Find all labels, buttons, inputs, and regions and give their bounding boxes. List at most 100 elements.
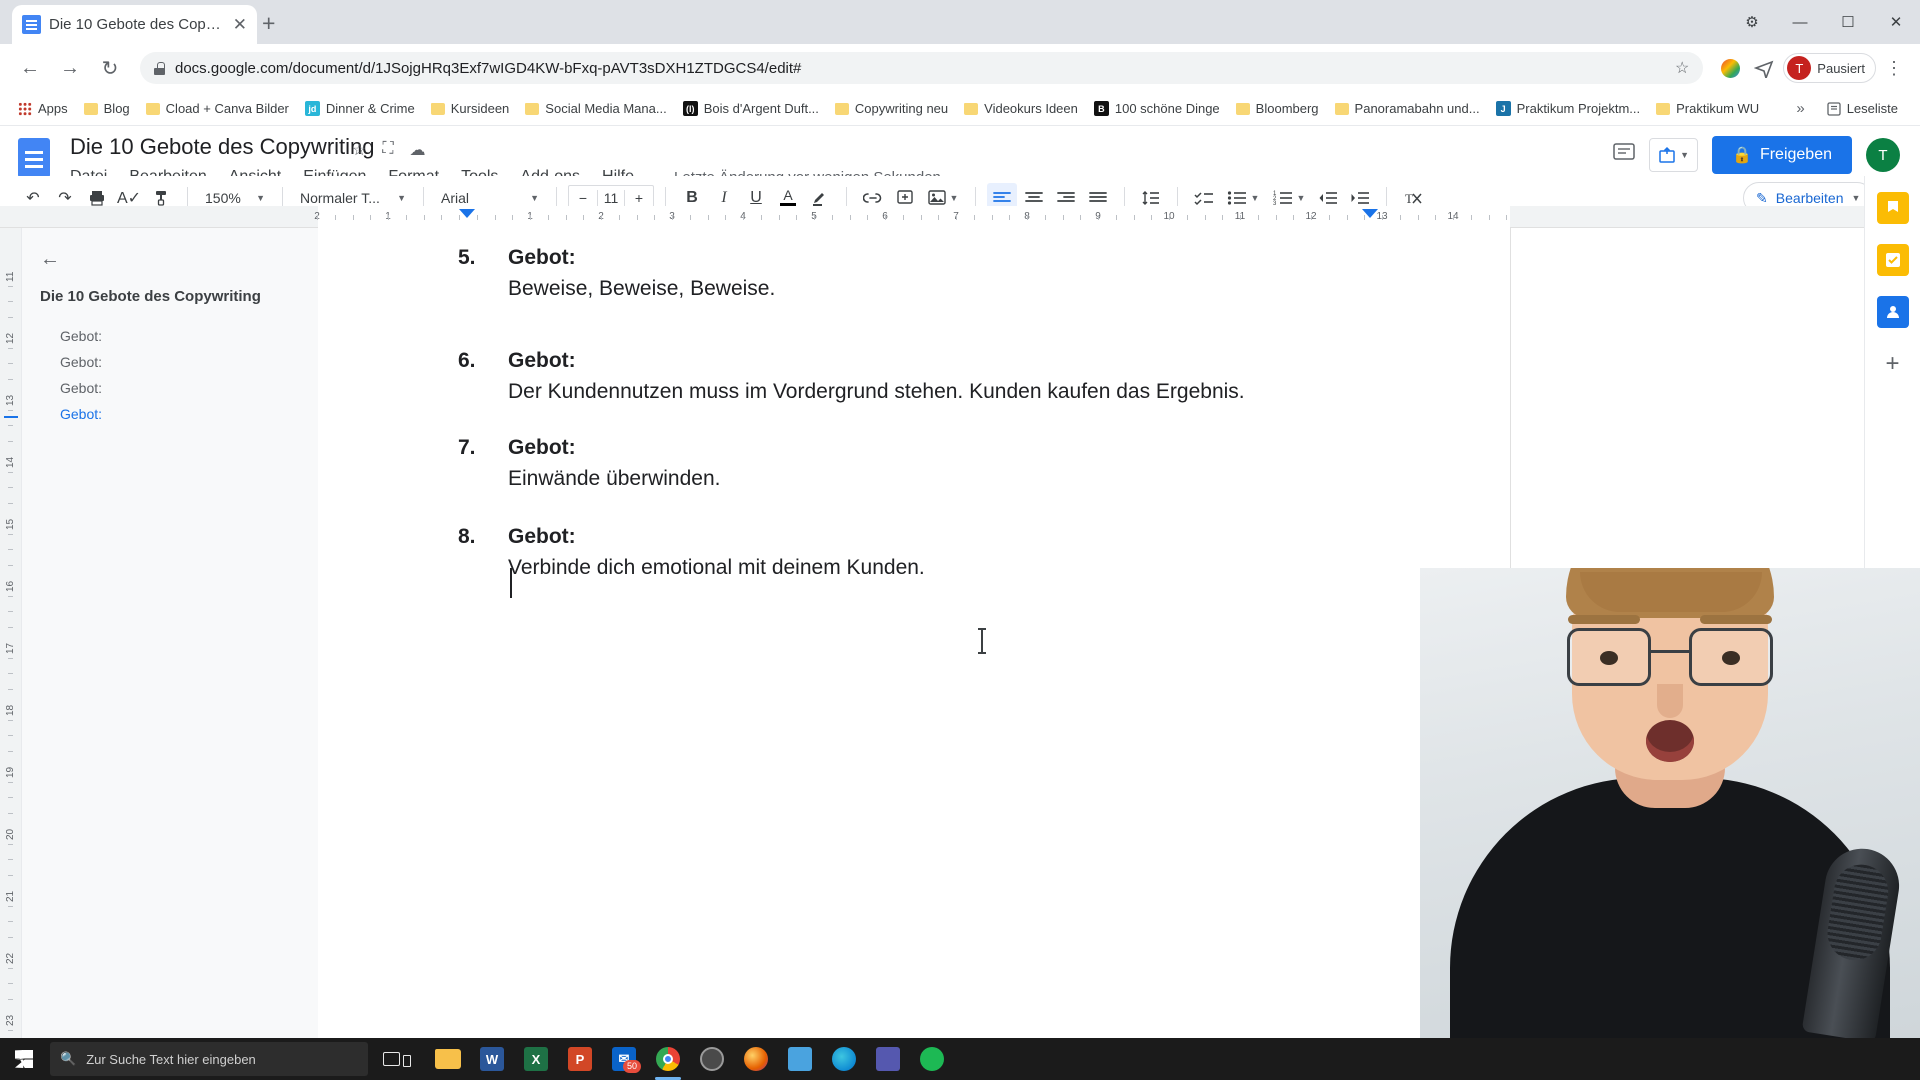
list-number: 8. [458,525,476,548]
taskbar-app-word[interactable]: W [472,1038,512,1080]
taskbar-app-firefox[interactable] [736,1038,776,1080]
ruler-tick [885,215,886,220]
task-view-button[interactable] [368,1038,414,1080]
start-button[interactable] [0,1038,48,1080]
vertical-ruler-label: 20 [5,828,16,840]
minimize-button[interactable]: — [1776,0,1824,44]
outline-item-1[interactable]: Gebot: [60,328,102,344]
gebot-item-6[interactable]: 6. Gebot: Der Kundennutzen muss im Vorde… [458,349,1245,404]
left-indent-marker[interactable] [459,209,475,218]
bookmark-social-media[interactable]: Social Media Mana... [517,96,674,122]
back-icon[interactable]: ← [12,50,48,86]
document-page[interactable]: 5. Gebot: Beweise, Beweise, Beweise. 6. … [318,228,1510,1038]
outline-item-4[interactable]: Gebot: [60,406,102,422]
ruler-tick [1382,215,1383,220]
outline-doc-title[interactable]: Die 10 Gebote des Copywriting [40,288,261,305]
vertical-ruler-tick [8,347,13,349]
new-tab-button[interactable]: + [262,12,275,35]
extension-settings-icon[interactable]: ⚙ [1728,0,1776,44]
bookmark-bois-dargent[interactable]: (l) Bois d'Argent Duft... [675,96,827,122]
reload-icon[interactable]: ↻ [92,50,128,86]
bookmark-kursideen[interactable]: Kursideen [423,96,518,122]
excel-icon: X [524,1047,548,1071]
account-avatar[interactable]: T [1866,138,1900,172]
present-button[interactable]: ▼ [1649,138,1699,172]
ruler-tick [902,215,904,220]
reading-list-button[interactable]: Leseliste [1819,96,1906,122]
tasks-icon[interactable] [1876,244,1909,276]
taskbar-app-obs[interactable] [692,1038,732,1080]
address-bar[interactable]: docs.google.com/document/d/1JSojgHRq3Exf… [140,52,1704,84]
forward-icon[interactable]: → [52,50,88,86]
taskbar-app-file-explorer[interactable] [428,1038,468,1080]
close-icon[interactable]: ✕ [233,16,247,33]
bookmark-panoramabahn[interactable]: Panoramabahn und... [1327,96,1488,122]
docs-app-icon[interactable] [18,138,50,178]
taskbar-app-spotify[interactable] [912,1038,952,1080]
bookmarks-overflow-icon[interactable]: » [1788,100,1812,117]
taskbar-app-teams[interactable] [868,1038,908,1080]
ruler-tick [1204,215,1206,220]
bookmark-star-icon[interactable]: ☆ [1675,58,1689,78]
outline-item-2[interactable]: Gebot: [60,354,102,370]
taskbar-search[interactable]: 🔍 Zur Suche Text hier eingeben [50,1042,368,1076]
share-extension-icon[interactable] [1749,53,1779,83]
present-icon [1659,146,1675,163]
star-icon[interactable]: ☆ [352,140,366,160]
right-indent-marker[interactable] [1362,209,1378,218]
maximize-button[interactable]: ☐ [1824,0,1872,44]
document-title[interactable]: Die 10 Gebote des Copywriting [70,134,375,160]
comment-history-icon[interactable] [1613,142,1635,168]
font-size-decrease[interactable]: − [569,190,597,206]
ruler-tick [1044,215,1046,220]
keep-icon[interactable] [1876,192,1909,224]
chevron-down-icon: ▼ [530,193,539,203]
vertical-ruler-tick [8,502,13,504]
share-button[interactable]: 🔒 Freigeben [1712,136,1852,174]
cloud-saved-icon[interactable]: ☁ [410,140,426,160]
profile-chip[interactable]: T Pausiert [1783,53,1876,83]
horizontal-ruler[interactable]: 211234567891011121314 [0,206,1920,228]
ruler-tick [1346,215,1348,220]
bookmark-praktikum-wu[interactable]: Praktikum WU [1648,96,1767,122]
bookmark-praktikum-projektm[interactable]: J Praktikum Projektm... [1488,96,1649,122]
bookmark-apps[interactable]: Apps [10,96,76,122]
gebot-item-8[interactable]: 8. Gebot: Verbinde dich emotional mit de… [458,525,925,580]
bookmark-label: Social Media Mana... [545,101,667,116]
browser-tab[interactable]: Die 10 Gebote des Copywriting - ✕ [12,5,257,44]
ruler-tick [1506,215,1508,220]
chrome-menu-icon[interactable]: ⋮ [1880,58,1908,79]
bookmark-blog[interactable]: Blog [76,96,138,122]
font-size-value[interactable]: 11 [597,190,625,206]
folder-icon [83,102,98,115]
taskbar-app-excel[interactable]: X [516,1038,556,1080]
bookmark-copywriting-neu[interactable]: Copywriting neu [827,96,956,122]
gebot-item-7[interactable]: 7. Gebot: Einwände überwinden. [458,436,720,491]
font-size-increase[interactable]: + [625,190,653,206]
close-window-button[interactable]: ✕ [1872,0,1920,44]
taskbar-app-powerpoint[interactable]: P [560,1038,600,1080]
vertical-ruler-label: 19 [5,766,16,778]
gebot-item-5[interactable]: 5. Gebot: Beweise, Beweise, Beweise. [458,246,775,301]
contacts-icon[interactable] [1876,296,1909,328]
vertical-ruler-tick [8,595,13,597]
bookmarks-right: » Leseliste [1788,96,1910,122]
extension-icon[interactable] [1715,53,1745,83]
taskbar-app-edge[interactable] [824,1038,864,1080]
taskbar-app-chrome[interactable] [648,1038,688,1080]
close-outline-icon[interactable]: ← [40,248,60,271]
bookmark-videokurs-ideen[interactable]: Videokurs Ideen [956,96,1086,122]
add-addon-icon[interactable]: + [1877,348,1909,380]
bookmark-cloud-canva[interactable]: Cload + Canva Bilder [138,96,297,122]
lock-icon [154,61,165,75]
taskbar-app-mail[interactable]: ✉ 50 [604,1038,644,1080]
vertical-ruler-label: 18 [5,704,16,716]
bookmark-dinner-crime[interactable]: jd Dinner & Crime [297,96,423,122]
bookmark-bloomberg[interactable]: Bloomberg [1228,96,1327,122]
folder-icon [1656,102,1671,115]
taskbar-app-photos[interactable] [780,1038,820,1080]
outline-item-3[interactable]: Gebot: [60,380,102,396]
move-to-folder-icon[interactable]: ⛶ [382,140,393,160]
bookmark-100-schoene-dinge[interactable]: B 100 schöne Dinge [1086,96,1228,122]
chevron-down-icon: ▼ [1851,193,1861,203]
